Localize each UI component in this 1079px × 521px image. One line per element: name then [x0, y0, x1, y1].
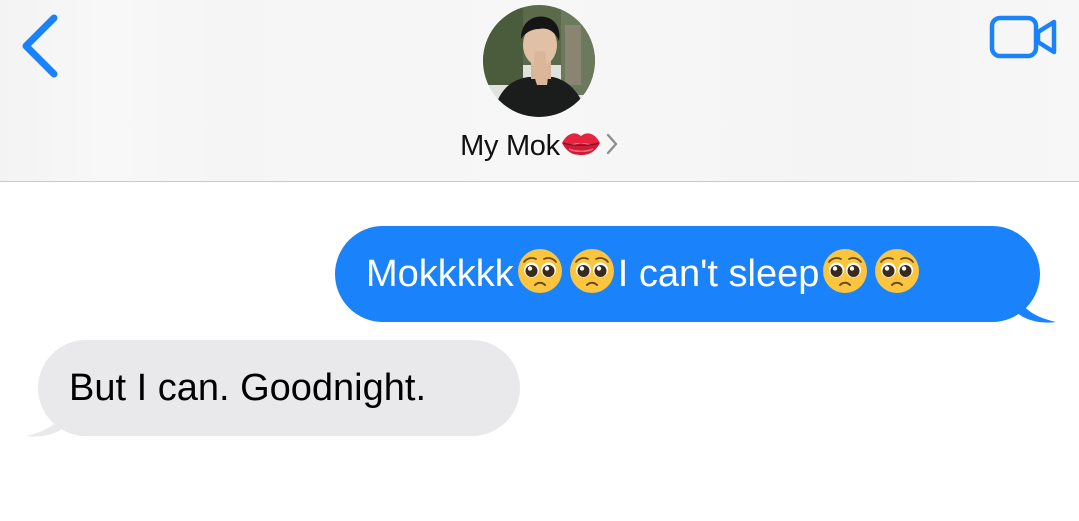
back-button[interactable]: [18, 12, 66, 80]
lips-emoji: [561, 130, 601, 164]
facetime-video-button[interactable]: [988, 14, 1060, 60]
chevron-right-icon: [605, 131, 619, 164]
contact-avatar[interactable]: [483, 5, 595, 117]
outgoing-message-bubble[interactable]: Mokkkkk I can't sleep: [335, 226, 1040, 322]
incoming-message-text: But I can. Goodnight.: [69, 367, 427, 409]
incoming-message-bubble[interactable]: But I can. Goodnight.: [38, 340, 520, 436]
message-text-segment: Mokkkkk: [366, 253, 514, 295]
outgoing-message-text: Mokkkkk I can't sleep: [366, 226, 923, 322]
pleading-face-emoji: [875, 249, 920, 293]
contact-name: My Mok: [460, 130, 560, 162]
pleading-face-emoji: [569, 249, 614, 293]
video-camera-icon: [989, 15, 1057, 59]
imessage-conversation-screen: My Mok Mokkkkk I can't sleep But I can. …: [0, 0, 1079, 521]
contact-name-button[interactable]: My Mok: [0, 130, 1079, 164]
pleading-face-emoji: [823, 249, 868, 293]
conversation-header: My Mok: [0, 0, 1079, 182]
avatar-photo: [483, 5, 595, 117]
pleading-face-emoji: [517, 249, 562, 293]
message-text-segment: I can't sleep: [617, 253, 820, 295]
chevron-left-icon: [22, 14, 58, 78]
